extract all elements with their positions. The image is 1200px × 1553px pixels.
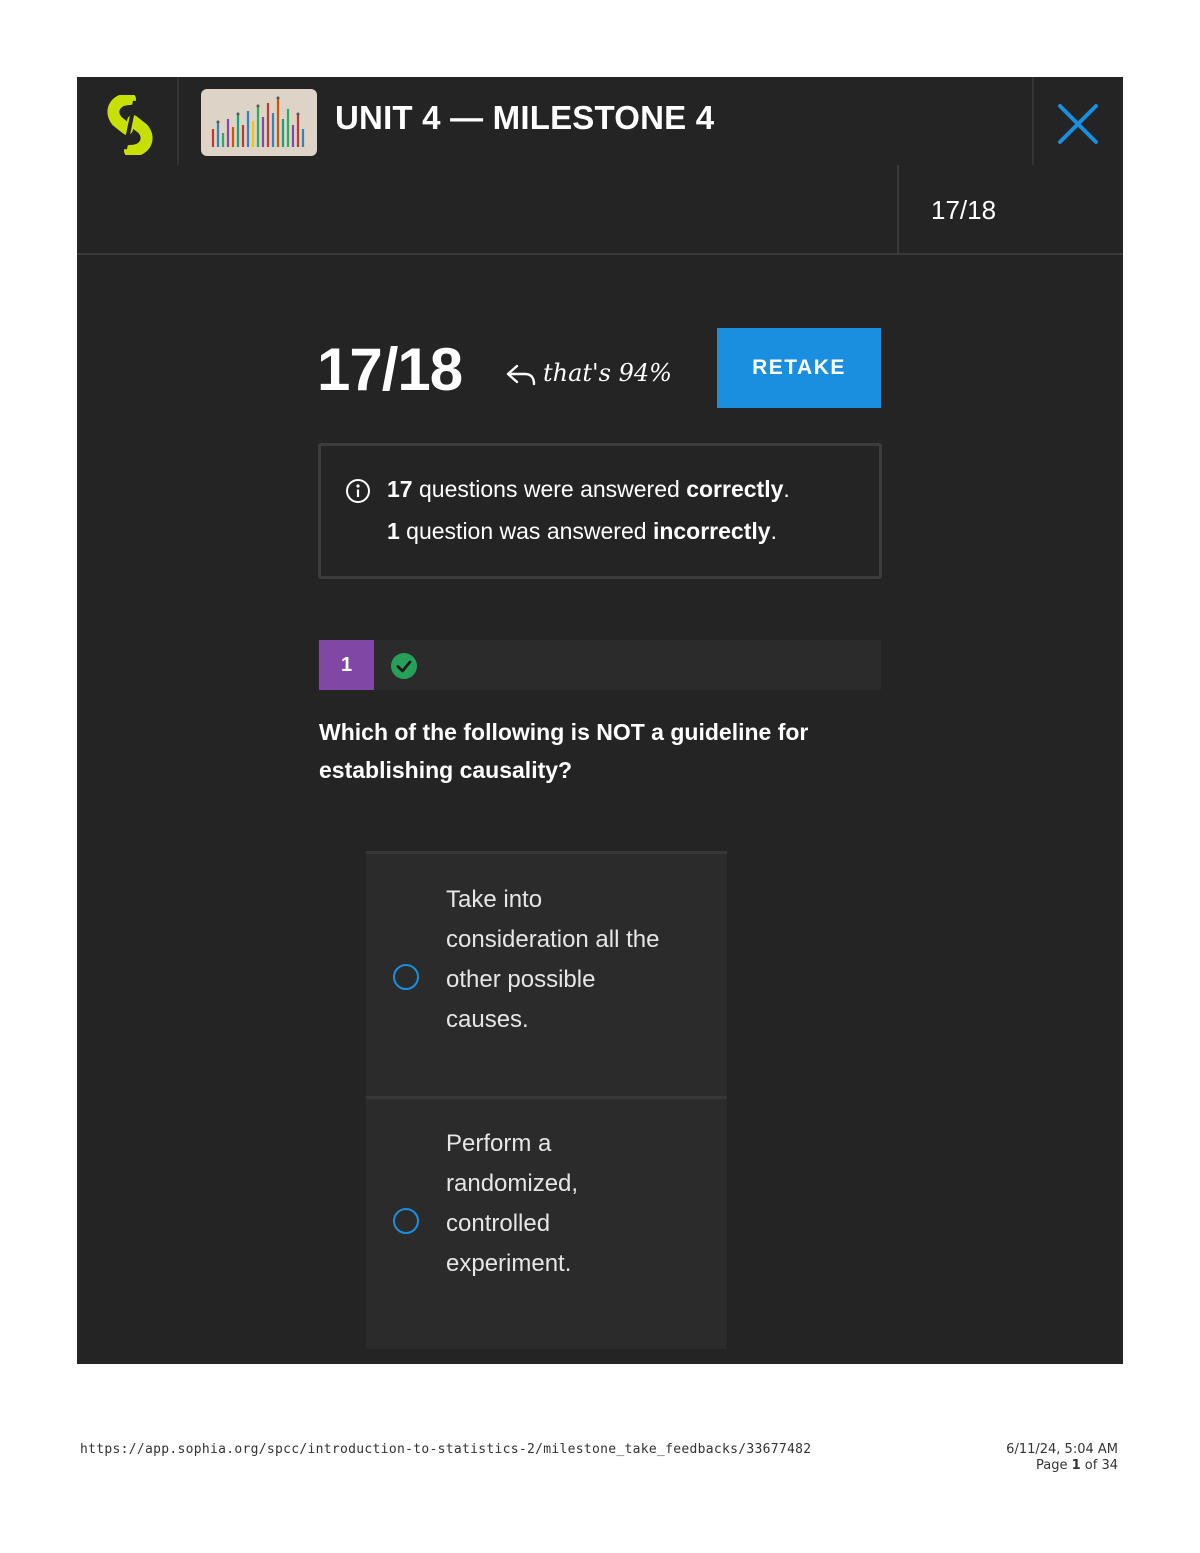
correct-summary: 17 questions were answered correctly. xyxy=(387,476,790,503)
page-label: of xyxy=(1080,1458,1102,1473)
answer-option[interactable]: Perform a randomized, controlled experim… xyxy=(366,1096,727,1349)
page-total: 34 xyxy=(1101,1458,1118,1473)
correct-count: 17 xyxy=(387,476,413,502)
percent-text: that's 94% xyxy=(543,359,672,387)
incorrect-count: 1 xyxy=(387,518,400,544)
close-icon[interactable] xyxy=(1055,101,1101,147)
print-datetime: 6/11/24, 5:04 AM xyxy=(1006,1442,1118,1457)
summary-keyword: correctly xyxy=(686,476,784,502)
option-text: Take into consideration all the other po… xyxy=(446,880,659,1040)
results-summary: 17 questions were answered correctly. 1 … xyxy=(318,443,882,579)
retake-button[interactable]: RETAKE xyxy=(717,328,881,408)
question-count: 17/18 xyxy=(931,195,997,225)
option-line: other possible xyxy=(446,966,596,993)
summary-text: question was answered xyxy=(399,518,653,544)
answer-option[interactable]: Take into consideration all the other po… xyxy=(366,851,727,1096)
course-thumbnail xyxy=(201,89,317,156)
curved-arrow-icon xyxy=(506,364,536,385)
divider xyxy=(1032,77,1034,165)
question-header: 1 xyxy=(319,640,881,690)
radio-button[interactable] xyxy=(393,964,419,990)
radio-button[interactable] xyxy=(393,1208,419,1234)
question-text: Which of the following is NOT a guidelin… xyxy=(319,719,809,783)
summary-punct: . xyxy=(783,476,790,502)
page-label: Page xyxy=(1036,1458,1072,1473)
page-indicator: Page 1 of 34 xyxy=(1006,1458,1118,1474)
summary-text: questions were answered xyxy=(412,476,687,502)
summary-punct: . xyxy=(770,518,777,544)
quiz-feedback-window: UNIT 4 — MILESTONE 4 17/18 17/18 that's … xyxy=(77,77,1123,1364)
score: 17/18 xyxy=(317,336,463,403)
divider xyxy=(177,77,179,165)
option-line: experiment. xyxy=(446,1250,572,1277)
incorrect-summary: 1 question was answered incorrectly. xyxy=(387,518,777,545)
percent-note: that's 94% xyxy=(505,359,672,388)
question-number[interactable]: 1 xyxy=(319,640,374,690)
option-line: controlled xyxy=(446,1210,551,1237)
summary-keyword: incorrectly xyxy=(652,518,771,544)
page-title: UNIT 4 — MILESTONE 4 xyxy=(335,99,715,136)
option-line: Perform a xyxy=(446,1130,552,1157)
progress-bar: 17/18 xyxy=(77,165,1123,255)
option-line: causes. xyxy=(446,1006,529,1033)
top-bar: UNIT 4 — MILESTONE 4 xyxy=(77,77,1123,165)
question-count-cell: 17/18 xyxy=(897,165,1123,253)
page-current: 1 xyxy=(1071,1458,1081,1473)
option-line: Take into xyxy=(446,886,543,913)
option-text: Perform a randomized, controlled experim… xyxy=(446,1124,578,1284)
sophia-logo-icon xyxy=(107,95,153,155)
print-meta: 6/11/24, 5:04 AM Page 1 of 34 xyxy=(1006,1442,1118,1474)
bar-chart-thumbnail-icon xyxy=(211,96,305,147)
info-icon xyxy=(346,479,370,503)
print-url: https://app.sophia.org/spcc/introduction… xyxy=(80,1442,812,1457)
option-line: consideration all the xyxy=(446,926,660,953)
check-circle-icon xyxy=(391,653,417,679)
option-line: randomized, xyxy=(446,1170,579,1197)
